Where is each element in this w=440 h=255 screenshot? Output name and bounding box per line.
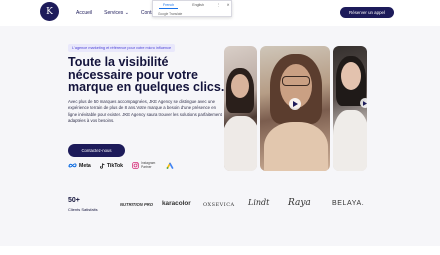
translate-attribution: Google Translate (158, 12, 183, 16)
clients-count: 50+ (68, 197, 80, 204)
translate-tabs: French English (159, 3, 204, 9)
meta-label: Meta (79, 162, 91, 169)
client-logo-lindt: Lindt (248, 198, 270, 207)
tiktok-label: TikTok (106, 162, 124, 169)
nav-services[interactable]: Services ⌄ (104, 10, 129, 16)
instagram-label: Instagram Partner (141, 161, 156, 169)
partner-instagram: Instagram Partner (132, 161, 157, 169)
clients-label: Clients Satisfaits (68, 207, 98, 212)
play-button[interactable] (360, 98, 367, 108)
client-logo-nutrition-pro: NUTRITION PRO (120, 202, 154, 207)
person-face (341, 62, 361, 90)
hero-badge: L'agence marketing et référence pour vot… (68, 44, 176, 52)
translate-popup: French English ⋮ ✕ Google Translate (152, 0, 232, 17)
nav-accueil[interactable]: Accueil (76, 10, 92, 16)
tab-french[interactable]: French (159, 3, 179, 9)
brand-logo[interactable]: K (40, 2, 59, 21)
partner-meta: Meta (68, 163, 91, 169)
client-logo-raya: Raya (288, 198, 311, 208)
person-glasses (282, 76, 310, 86)
instagram-icon (132, 162, 139, 169)
meta-icon (68, 163, 77, 168)
tiktok-icon (99, 162, 105, 169)
partner-google-ads (166, 162, 174, 169)
play-icon (292, 101, 298, 107)
client-logo-oxsevica: OXSEVICA (203, 202, 235, 208)
contact-button[interactable]: Contactez-nous (68, 144, 125, 157)
tab-english[interactable]: English (192, 3, 204, 9)
close-icon[interactable]: ✕ (227, 3, 230, 7)
play-icon (363, 100, 367, 106)
hero-description: Avec plus de 50 marques accompagnées, JK… (68, 99, 222, 124)
partner-logos: Meta TikTok Instagram Partner (68, 161, 174, 169)
video-card-center[interactable] (260, 46, 330, 171)
video-card-right[interactable] (333, 46, 367, 171)
person-shirt (224, 116, 257, 171)
google-ads-icon (166, 162, 174, 169)
hero-section: L'agence marketing et référence pour vot… (0, 26, 440, 246)
person-body (264, 122, 328, 171)
client-logo-belaya: BELAYA. (332, 200, 365, 207)
play-button[interactable] (289, 98, 301, 110)
person-face (231, 74, 249, 98)
book-call-button[interactable]: Réserver un appel (340, 7, 394, 18)
more-options-icon[interactable]: ⋮ (217, 3, 221, 7)
client-logo-karacolor: karacolor (162, 200, 191, 207)
client-logos: NUTRITION PRO karacolor OXSEVICA Lindt R… (120, 198, 370, 212)
hero-headline: Toute la visibilité nécessaire pour votr… (68, 55, 225, 94)
partner-tiktok: TikTok (99, 162, 124, 169)
chevron-down-icon: ⌄ (124, 10, 129, 16)
page-bottom (0, 246, 440, 255)
person-body (333, 110, 367, 171)
nav-services-label: Services (104, 10, 124, 16)
translate-tools: ⋮ ✕ (217, 3, 230, 7)
main-nav: Accueil Services ⌄ Contact (76, 10, 158, 16)
video-card-left[interactable] (224, 46, 257, 171)
